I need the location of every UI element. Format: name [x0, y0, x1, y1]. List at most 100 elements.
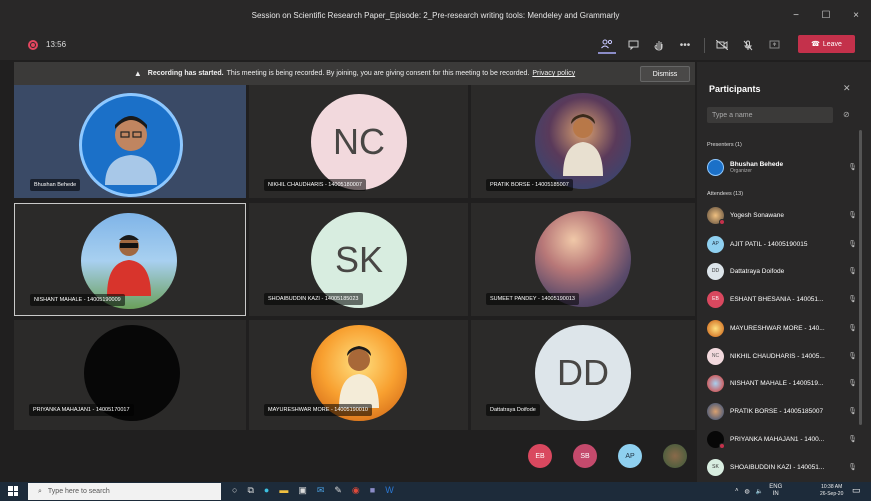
- mic-icon: 🎙: [848, 164, 857, 171]
- participant-name-tag: NIKHIL CHAUDHARIS - 14005180007: [264, 179, 366, 191]
- avatar-initials: NC: [333, 121, 385, 162]
- participant-row[interactable]: NISHANT MAHALE - 1400519... 🎙: [707, 373, 857, 393]
- taskbar-search-input[interactable]: ⌕ Type here to search: [28, 483, 221, 500]
- participant-tile[interactable]: NC NIKHIL CHAUDHARIS - 14005180007: [249, 85, 468, 198]
- avatar: DD: [535, 325, 631, 421]
- panel-scrollbar[interactable]: [859, 130, 862, 425]
- participant-row[interactable]: EB ESHANT BHESANIA - 140051... 🎙: [707, 289, 857, 309]
- participant-row[interactable]: PRIYANKA MAHAJAN1 - 1400... 🎙: [707, 429, 857, 449]
- participants-icon[interactable]: [598, 36, 616, 54]
- raise-hand-icon[interactable]: [650, 36, 668, 54]
- panel-title: Participants: [709, 84, 761, 94]
- participant-tile[interactable]: Bhushan Behede: [14, 85, 246, 198]
- phone-hangup-icon: ☎: [811, 41, 820, 48]
- participant-tile[interactable]: NISHANT MAHALE - 14005190009: [14, 203, 246, 316]
- file-explorer-icon[interactable]: ▬: [279, 485, 288, 496]
- notifications-icon[interactable]: ▭: [852, 485, 861, 496]
- overflow-avatar[interactable]: AP: [618, 444, 642, 468]
- overflow-avatar-photo[interactable]: [663, 444, 687, 468]
- participant-name-tag: SUMEET PANDEY - 14005190013: [486, 293, 579, 305]
- participant-tile[interactable]: PRATIK BORSE - 14005185007: [471, 85, 695, 198]
- avatar: AP: [707, 235, 724, 253]
- teams-icon[interactable]: ■: [370, 485, 375, 496]
- window-title: Session on Scientific Research Paper_Epi…: [251, 10, 620, 20]
- mic-muted-icon: 🎙: [848, 464, 857, 471]
- participant-name-tag: SHOAIBUDDIN KAZI - 14005185023: [264, 293, 363, 305]
- presenter-name: Bhushan Behede: [730, 160, 784, 168]
- attendees-heading: Attendees (13): [707, 191, 744, 197]
- overflow-avatar[interactable]: EB: [528, 444, 552, 468]
- share-screen-icon[interactable]: [765, 36, 783, 54]
- word-icon[interactable]: W: [385, 485, 394, 496]
- taskbar-search-placeholder: Type here to search: [47, 488, 110, 495]
- toolbar-divider: [704, 38, 705, 53]
- region-code: IN: [772, 491, 779, 497]
- avatar-initials: SK: [334, 239, 384, 280]
- mic-muted-icon: 🎙: [848, 296, 857, 303]
- avatar: [707, 374, 724, 392]
- participant-row[interactable]: NC NIKHIL CHAUDHARIS - 14005... 🎙: [707, 346, 857, 366]
- edge-icon[interactable]: ●: [264, 485, 269, 496]
- avatar: [707, 319, 724, 337]
- close-window-button[interactable]: ×: [841, 10, 871, 21]
- mic-off-icon[interactable]: [739, 36, 757, 54]
- avatar: NC: [311, 94, 407, 190]
- media-controls: [713, 36, 783, 54]
- chat-icon[interactable]: [624, 36, 642, 54]
- network-icon[interactable]: ◍: [745, 488, 750, 495]
- title-bar: Session on Scientific Research Paper_Epi…: [0, 0, 871, 30]
- close-icon[interactable]: ✕: [843, 83, 851, 94]
- mail-icon[interactable]: ✉: [317, 485, 325, 496]
- avatar-initials: DD: [557, 352, 609, 393]
- chevron-up-icon[interactable]: ˄: [735, 488, 739, 494]
- store-icon[interactable]: ▣: [298, 485, 307, 496]
- recording-banner: ▲ Recording has started. This meeting is…: [14, 62, 695, 85]
- participant-row[interactable]: AP AJIT PATIL - 14005190015 🎙: [707, 234, 857, 254]
- dismiss-button[interactable]: Dismiss: [640, 66, 690, 82]
- mic-muted-icon: 🎙: [848, 408, 857, 415]
- taskbar-clock[interactable]: 10:38 AM 26-Sep-20: [820, 484, 843, 498]
- participant-tile[interactable]: SK SHOAIBUDDIN KAZI - 14005185023: [249, 203, 468, 316]
- leave-button[interactable]: ☎ Leave: [798, 35, 855, 53]
- participant-row[interactable]: DD Dattatraya Doifode 🎙: [707, 261, 857, 281]
- participant-name: SHOAIBUDDIN KAZI - 140051...: [730, 463, 825, 471]
- participant-name: ESHANT BHESANIA - 140051...: [730, 295, 824, 303]
- maximize-button[interactable]: ☐: [811, 10, 841, 21]
- lang-code: ENG: [769, 484, 783, 490]
- participant-row[interactable]: SK SHOAIBUDDIN KAZI - 140051... 🎙: [707, 457, 857, 477]
- language-indicator[interactable]: ENG IN: [769, 484, 782, 498]
- overflow-avatar[interactable]: SB: [573, 444, 597, 468]
- participant-row[interactable]: PRATIK BORSE - 14005185007 🎙: [707, 401, 857, 421]
- participant-name: MAYURESHWAR MORE - 140...: [730, 324, 825, 332]
- minimize-button[interactable]: −: [781, 10, 811, 21]
- windows-start-icon[interactable]: [8, 486, 18, 496]
- participant-tile[interactable]: PRIYANKA MAHAJAN1 - 14005170017: [14, 320, 246, 430]
- participant-name-tag: PRIYANKA MAHAJAN1 - 14005170017: [29, 404, 134, 416]
- participant-row[interactable]: MAYURESHWAR MORE - 140... 🎙: [707, 318, 857, 338]
- mic-muted-icon: 🎙: [848, 436, 857, 443]
- volume-icon[interactable]: 🔈: [756, 488, 763, 495]
- participant-tile[interactable]: MAYURESHWAR MORE - 14005190010: [249, 320, 468, 430]
- participant-search-input[interactable]: Type a name: [707, 107, 833, 123]
- task-view-icon[interactable]: ⧉: [247, 485, 253, 496]
- presenters-heading: Presenters (1): [707, 142, 742, 148]
- participant-tile[interactable]: SUMEET PANDEY - 14005190013: [471, 203, 695, 316]
- more-options-icon[interactable]: •••: [676, 36, 694, 54]
- participant-name: Yogesh Sonawane: [730, 211, 784, 219]
- clock-time: 10:38 AM: [821, 484, 843, 490]
- chrome-icon[interactable]: ◉: [352, 485, 360, 496]
- banner-bold-text: Recording has started.: [147, 70, 224, 77]
- share-invite-icon[interactable]: ⊘: [843, 110, 850, 119]
- cortana-icon[interactable]: ○: [232, 485, 237, 496]
- toolbar-actions: •••: [598, 36, 694, 54]
- mic-muted-icon: 🎙: [848, 241, 857, 248]
- participant-row[interactable]: Yogesh Sonawane 🎙: [707, 205, 857, 225]
- avatar: [79, 93, 183, 197]
- camera-off-icon[interactable]: [713, 36, 731, 54]
- participant-row[interactable]: Bhushan Behede Organizer 🎙: [707, 157, 857, 177]
- participant-tile[interactable]: DD Dattatraya Doifode: [471, 320, 695, 430]
- paint-icon[interactable]: ✎: [334, 485, 342, 496]
- privacy-policy-link[interactable]: Privacy policy: [532, 70, 575, 77]
- avatar: [535, 93, 631, 189]
- system-tray: ˄ ◍ 🔈 ENG IN: [735, 484, 782, 498]
